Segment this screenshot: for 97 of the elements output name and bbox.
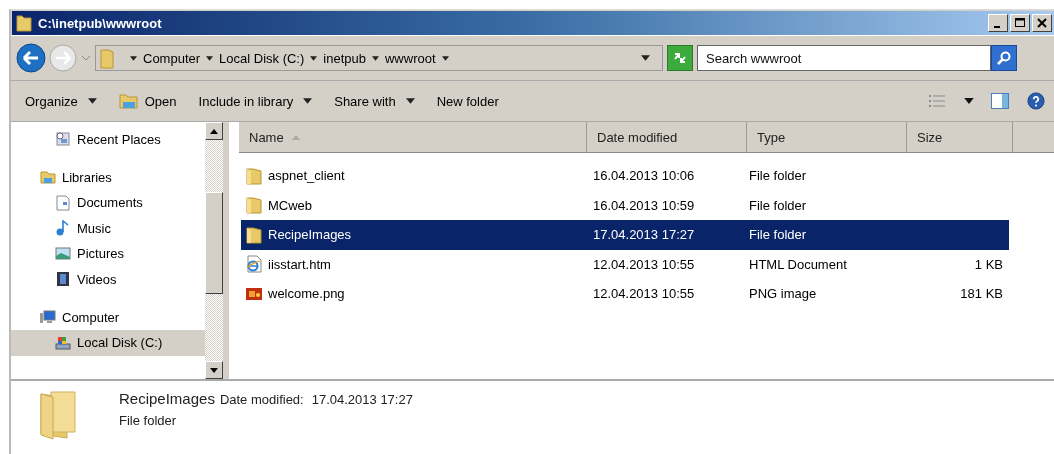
sidebar-item[interactable]: Pictures [11,241,205,267]
computer-icon [40,309,56,325]
file-row[interactable]: MCweb 16.04.2013 10:59 File folder [241,190,1009,220]
file-row[interactable]: RecipeImages 17.04.2013 17:27 File folder [241,220,1009,250]
caret-icon[interactable] [964,98,974,104]
minimize-icon [994,26,1000,28]
breadcrumb[interactable]: Computer [143,50,201,66]
type-cell: File folder [749,197,807,213]
scrollbar[interactable] [205,122,223,379]
maximize-button[interactable] [1010,14,1030,32]
sidebar-item[interactable]: Libraries [11,164,205,190]
caret-icon[interactable] [130,55,137,61]
date-cell: 12.04.2013 10:55 [593,256,695,272]
scroll-down-button[interactable] [205,361,223,379]
search-field[interactable]: Search wwwroot [697,45,991,71]
preview-pane-icon[interactable] [990,92,1010,110]
file-name: iisstart.htm [268,256,331,272]
open-folder-icon [118,93,139,109]
arrow-left-icon [16,43,46,73]
type-cell: HTML Document [749,256,847,272]
file-name: welcome.png [268,286,345,302]
file-row[interactable]: welcome.png 12.04.2013 10:55 PNG image 181 KB [241,279,1009,309]
document-icon [55,194,71,211]
caret-icon[interactable] [372,55,379,61]
sidebar-item[interactable]: Music [11,215,205,241]
caret-icon [405,98,415,104]
item-name: RecipeImages [119,390,215,407]
scrollbar-thumb[interactable] [205,192,223,294]
caret-icon[interactable] [310,55,318,61]
caret-icon [303,98,313,104]
date-value: 17.04.2013 17:27 [311,392,413,407]
film-strip-icon [55,271,71,288]
file-row[interactable]: iisstart.htm 12.04.2013 10:55 HTML Document 1 KB [241,249,1009,279]
date-cell: 12.04.2013 10:55 [593,286,695,302]
close-icon [1036,17,1048,29]
music-note-icon [55,220,71,237]
dropdown-icon[interactable] [641,55,650,61]
sidebar-item[interactable]: Recent Places [11,126,205,152]
caret-icon [87,98,97,104]
minimize-button[interactable] [988,14,1008,32]
refresh-icon [672,50,688,66]
refresh-button[interactable] [667,45,693,71]
folder-icon [100,47,114,69]
folder-icon [245,225,263,244]
search-button[interactable] [991,45,1017,71]
column-header[interactable]: Date modified [587,122,747,153]
toolbar-button[interactable]: New folder [430,91,505,111]
back-button[interactable] [15,42,47,74]
type-cell: File folder [749,227,807,243]
folder-icon [245,196,263,215]
date-label: Date modified: [219,392,304,407]
toolbar-button[interactable]: Open [112,91,183,111]
sort-arrow-icon [291,134,300,140]
column-header[interactable]: Size [907,122,1013,153]
folder-icon [16,14,32,32]
folder-icon [245,166,263,185]
arrow-right-icon [48,43,78,73]
maximize-icon [1014,17,1026,29]
breadcrumb[interactable]: wwwroot [385,50,436,66]
caret-icon[interactable] [206,55,214,61]
type-cell: File folder [749,168,807,184]
file-name: RecipeImages [268,227,352,243]
toolbar-button[interactable]: Organize [25,91,103,111]
caret-up-icon [210,128,218,134]
address-bar[interactable]: Computer Local Disk (C:) inetpub wwwroot [95,45,663,71]
toolbar-button[interactable]: Include in library [192,91,319,111]
file-name: aspnet_client [268,168,345,184]
scroll-up-button[interactable] [205,122,223,140]
file-row[interactable]: aspnet_client 16.04.2013 10:06 File folder [241,161,1009,191]
drive-icon [55,334,71,351]
type-cell: PNG image [749,286,817,302]
sidebar-item[interactable]: Computer [11,304,205,330]
caret-down-icon [210,367,218,373]
caret-icon[interactable] [441,55,449,61]
window-title: C:\inetpub\wwwroot [38,15,162,31]
breadcrumb[interactable]: Local Disk (C:) [219,50,305,66]
breadcrumb[interactable]: inetpub [323,50,366,66]
search-icon [996,50,1012,66]
file-name: MCweb [268,197,313,213]
item-type: File folder [119,413,178,428]
close-button[interactable] [1032,14,1052,32]
sidebar-item[interactable]: Documents [11,190,205,216]
date-cell: 17.04.2013 17:27 [593,227,695,243]
help-icon[interactable] [1026,92,1046,110]
column-header[interactable]: Name [239,122,587,153]
size-cell: 1 KB [974,256,1003,272]
sidebar-item[interactable]: Local Disk (C:) [11,330,205,356]
date-cell: 16.04.2013 10:59 [593,197,695,213]
size-cell: 181 KB [960,286,1003,302]
web-page-icon [245,255,263,274]
library-folder-icon [40,169,56,185]
sidebar-item[interactable]: Videos [11,266,205,292]
toolbar-button[interactable]: Share with [328,91,421,111]
column-header[interactable]: Type [747,122,907,153]
landscape-picture-icon [55,245,71,262]
date-cell: 16.04.2013 10:06 [593,168,695,184]
clock-window-icon [55,131,71,147]
